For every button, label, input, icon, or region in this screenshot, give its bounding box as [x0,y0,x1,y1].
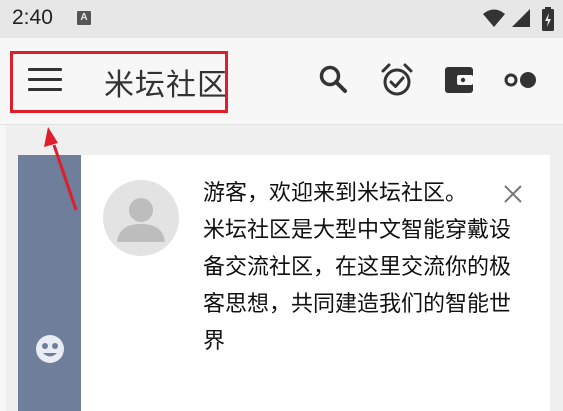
status-time: 2:40 [12,6,53,29]
more-dots-icon[interactable] [502,62,538,98]
emoji-icon [36,335,64,363]
main-content: 游客，欢迎来到米坛社区。 米坛社区是大型中文智能穿戴设备交流社区，在这里交流你的… [0,125,563,411]
status-bar: 2:40 A [0,0,563,38]
welcome-message: 游客，欢迎来到米坛社区。 米坛社区是大型中文智能穿戴设备交流社区，在这里交流你的… [203,175,519,360]
avatar [103,180,179,256]
welcome-greeting: 游客，欢迎来到米坛社区。 [203,181,468,206]
wallet-icon[interactable] [441,62,477,98]
welcome-description: 米坛社区是大型中文智能穿戴设备交流社区，在这里交流你的极客思想，共同建造我们的智… [203,218,512,354]
wifi-icon [483,9,505,27]
user-silhouette-icon [117,198,165,242]
highlight-annotation-box [10,51,228,113]
search-icon[interactable] [316,62,352,98]
side-banner-strip [18,155,81,411]
app-bar: 米坛社区 [0,38,563,125]
welcome-card: 游客，欢迎来到米坛社区。 米坛社区是大型中文智能穿戴设备交流社区，在这里交流你的… [81,155,550,411]
alarm-check-icon[interactable] [379,62,415,98]
notification-icon: A [77,11,91,25]
signal-icon [512,9,530,27]
battery-icon [542,7,554,31]
close-icon[interactable] [502,183,524,205]
